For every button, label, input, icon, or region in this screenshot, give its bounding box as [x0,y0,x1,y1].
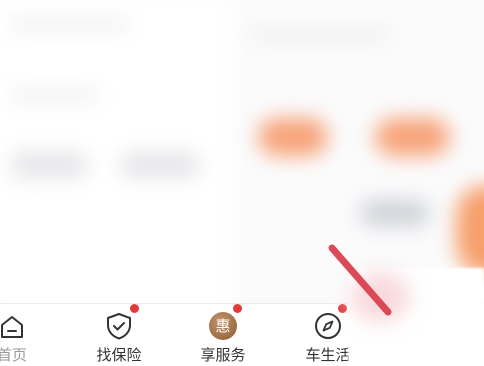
blurred-background [0,0,484,303]
main-content-blurred [0,0,484,303]
blurred-text-line [10,20,130,30]
blurred-text-line [10,90,100,100]
blurred-chip [10,152,88,178]
blurred-chip [120,152,200,178]
tab-find-insurance[interactable]: 找保险 [79,304,159,366]
home-icon [1,316,23,338]
pointer-arrow-icon [328,244,392,316]
shield-check-icon [107,313,131,340]
hui-badge-icon: 惠 [209,312,237,340]
notification-dot [130,304,139,313]
blurred-orange-button [375,118,450,156]
blurred-text-line [250,30,390,40]
blurred-orange-edge [456,185,484,275]
notification-dot [233,304,242,313]
tab-label: 找保险 [96,346,142,364]
blurred-chip [360,200,430,226]
blurred-orange-button [258,118,328,156]
tab-label: 享服务 [200,346,246,364]
tab-label: 首页 [0,346,27,364]
tab-home[interactable]: 首页 [0,304,52,366]
tab-enjoy-services[interactable]: 惠 享服务 [183,304,263,366]
